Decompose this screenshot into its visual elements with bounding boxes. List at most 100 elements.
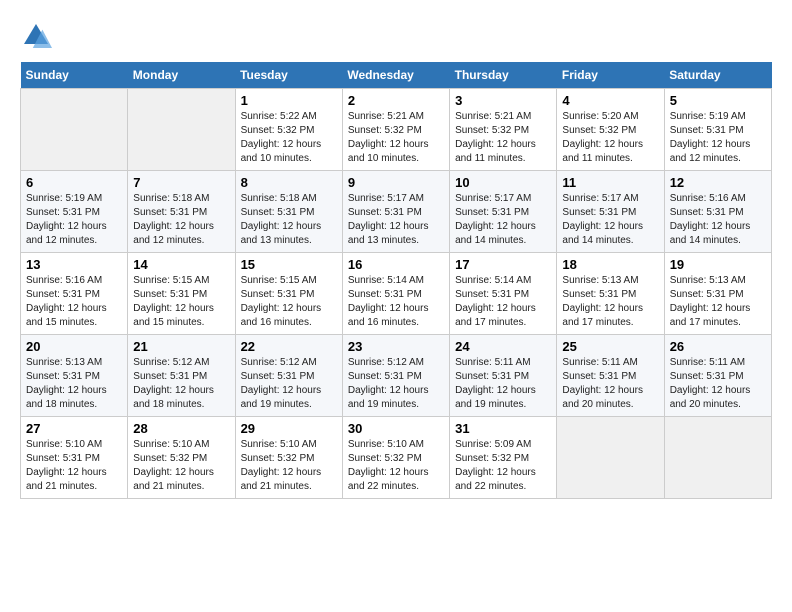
day-number: 24 (455, 339, 551, 354)
cell-content: Sunrise: 5:13 AMSunset: 5:31 PMDaylight:… (670, 274, 766, 330)
cell-content: Sunrise: 5:15 AMSunset: 5:31 PMDaylight:… (133, 274, 229, 330)
calendar-week-5: 27 Sunrise: 5:10 AMSunset: 5:31 PMDayligh… (21, 417, 772, 499)
page-header (20, 20, 772, 52)
day-number: 9 (348, 175, 444, 190)
day-number: 13 (26, 257, 122, 272)
cell-content: Sunrise: 5:15 AMSunset: 5:31 PMDaylight:… (241, 274, 337, 330)
calendar-cell: 7 Sunrise: 5:18 AMSunset: 5:31 PMDaylight… (128, 171, 235, 253)
day-number: 31 (455, 421, 551, 436)
cell-content: Sunrise: 5:17 AMSunset: 5:31 PMDaylight:… (562, 192, 658, 248)
day-number: 18 (562, 257, 658, 272)
cell-content: Sunrise: 5:14 AMSunset: 5:31 PMDaylight:… (455, 274, 551, 330)
calendar-cell: 2 Sunrise: 5:21 AMSunset: 5:32 PMDaylight… (342, 89, 449, 171)
calendar-cell: 3Sunrise: 5:21 AMSunset: 5:32 PMDaylight… (450, 89, 557, 171)
calendar-cell (557, 417, 664, 499)
day-number: 10 (455, 175, 551, 190)
calendar-cell: 6 Sunrise: 5:19 AMSunset: 5:31 PMDaylight… (21, 171, 128, 253)
day-number: 12 (670, 175, 766, 190)
calendar-cell: 27 Sunrise: 5:10 AMSunset: 5:31 PMDayligh… (21, 417, 128, 499)
cell-content: Sunrise: 5:10 AMSunset: 5:32 PMDaylight:… (241, 438, 337, 494)
calendar-cell: 20Sunrise: 5:13 AMSunset: 5:31 PMDayligh… (21, 335, 128, 417)
cell-content: Sunrise: 5:12 AMSunset: 5:31 PMDaylight:… (348, 356, 444, 412)
calendar-cell: 25Sunrise: 5:11 AMSunset: 5:31 PMDayligh… (557, 335, 664, 417)
calendar-cell: 23 Sunrise: 5:12 AMSunset: 5:31 PMDayligh… (342, 335, 449, 417)
day-number: 27 (26, 421, 122, 436)
cell-content: Sunrise: 5:13 AMSunset: 5:31 PMDaylight:… (562, 274, 658, 330)
day-number: 22 (241, 339, 337, 354)
calendar-week-2: 6 Sunrise: 5:19 AMSunset: 5:31 PMDaylight… (21, 171, 772, 253)
day-number: 4 (562, 93, 658, 108)
cell-content: Sunrise: 5:16 AMSunset: 5:31 PMDaylight:… (26, 274, 122, 330)
day-header-monday: Monday (128, 62, 235, 89)
calendar-cell: 31 Sunrise: 5:09 AMSunset: 5:32 PMDayligh… (450, 417, 557, 499)
cell-content: Sunrise: 5:22 AMSunset: 5:32 PMDaylight:… (241, 110, 337, 166)
calendar-cell: 11 Sunrise: 5:17 AMSunset: 5:31 PMDayligh… (557, 171, 664, 253)
cell-content: Sunrise: 5:18 AMSunset: 5:31 PMDaylight:… (241, 192, 337, 248)
day-number: 5 (670, 93, 766, 108)
calendar-cell: 12 Sunrise: 5:16 AMSunset: 5:31 PMDayligh… (664, 171, 771, 253)
calendar-cell: 8 Sunrise: 5:18 AMSunset: 5:31 PMDaylight… (235, 171, 342, 253)
calendar-cell: 1 Sunrise: 5:22 AMSunset: 5:32 PMDaylight… (235, 89, 342, 171)
day-header-wednesday: Wednesday (342, 62, 449, 89)
cell-content: Sunrise: 5:18 AMSunset: 5:31 PMDaylight:… (133, 192, 229, 248)
calendar-week-3: 13 Sunrise: 5:16 AMSunset: 5:31 PMDayligh… (21, 253, 772, 335)
logo-icon (20, 20, 52, 52)
day-number: 23 (348, 339, 444, 354)
cell-content: Sunrise: 5:21 AMSunset: 5:32 PMDaylight:… (455, 110, 551, 166)
cell-content: Sunrise: 5:19 AMSunset: 5:31 PMDaylight:… (670, 110, 766, 166)
calendar-cell: 13 Sunrise: 5:16 AMSunset: 5:31 PMDayligh… (21, 253, 128, 335)
cell-content: Sunrise: 5:11 AMSunset: 5:31 PMDaylight:… (670, 356, 766, 412)
calendar-cell: 22 Sunrise: 5:12 AMSunset: 5:31 PMDayligh… (235, 335, 342, 417)
cell-content: Sunrise: 5:21 AMSunset: 5:32 PMDaylight:… (348, 110, 444, 166)
day-header-friday: Friday (557, 62, 664, 89)
calendar-cell (664, 417, 771, 499)
day-header-tuesday: Tuesday (235, 62, 342, 89)
day-number: 19 (670, 257, 766, 272)
cell-content: Sunrise: 5:12 AMSunset: 5:31 PMDaylight:… (133, 356, 229, 412)
day-number: 25 (562, 339, 658, 354)
cell-content: Sunrise: 5:19 AMSunset: 5:31 PMDaylight:… (26, 192, 122, 248)
day-number: 17 (455, 257, 551, 272)
cell-content: Sunrise: 5:12 AMSunset: 5:31 PMDaylight:… (241, 356, 337, 412)
day-number: 2 (348, 93, 444, 108)
day-number: 20 (26, 339, 122, 354)
calendar-cell: 15 Sunrise: 5:15 AMSunset: 5:31 PMDayligh… (235, 253, 342, 335)
cell-content: Sunrise: 5:10 AMSunset: 5:32 PMDaylight:… (348, 438, 444, 494)
calendar-cell: 24Sunrise: 5:11 AMSunset: 5:31 PMDayligh… (450, 335, 557, 417)
day-number: 8 (241, 175, 337, 190)
calendar-table: SundayMondayTuesdayWednesdayThursdayFrid… (20, 62, 772, 499)
logo (20, 20, 56, 52)
cell-content: Sunrise: 5:16 AMSunset: 5:31 PMDaylight:… (670, 192, 766, 248)
calendar-cell: 19 Sunrise: 5:13 AMSunset: 5:31 PMDayligh… (664, 253, 771, 335)
calendar-cell: 26 Sunrise: 5:11 AMSunset: 5:31 PMDayligh… (664, 335, 771, 417)
day-number: 16 (348, 257, 444, 272)
day-header-saturday: Saturday (664, 62, 771, 89)
calendar-week-1: 1 Sunrise: 5:22 AMSunset: 5:32 PMDaylight… (21, 89, 772, 171)
calendar-cell: 4Sunrise: 5:20 AMSunset: 5:32 PMDaylight… (557, 89, 664, 171)
cell-content: Sunrise: 5:17 AMSunset: 5:31 PMDaylight:… (348, 192, 444, 248)
cell-content: Sunrise: 5:09 AMSunset: 5:32 PMDaylight:… (455, 438, 551, 494)
day-number: 7 (133, 175, 229, 190)
calendar-body: 1 Sunrise: 5:22 AMSunset: 5:32 PMDaylight… (21, 89, 772, 499)
calendar-cell: 5 Sunrise: 5:19 AMSunset: 5:31 PMDaylight… (664, 89, 771, 171)
calendar-cell: 30 Sunrise: 5:10 AMSunset: 5:32 PMDayligh… (342, 417, 449, 499)
day-number: 1 (241, 93, 337, 108)
day-number: 11 (562, 175, 658, 190)
calendar-cell: 21 Sunrise: 5:12 AMSunset: 5:31 PMDayligh… (128, 335, 235, 417)
cell-content: Sunrise: 5:17 AMSunset: 5:31 PMDaylight:… (455, 192, 551, 248)
calendar-cell (21, 89, 128, 171)
calendar-cell: 29Sunrise: 5:10 AMSunset: 5:32 PMDayligh… (235, 417, 342, 499)
calendar-cell: 16 Sunrise: 5:14 AMSunset: 5:31 PMDayligh… (342, 253, 449, 335)
day-number: 6 (26, 175, 122, 190)
day-number: 15 (241, 257, 337, 272)
calendar-cell: 18 Sunrise: 5:13 AMSunset: 5:31 PMDayligh… (557, 253, 664, 335)
day-number: 14 (133, 257, 229, 272)
cell-content: Sunrise: 5:14 AMSunset: 5:31 PMDaylight:… (348, 274, 444, 330)
cell-content: Sunrise: 5:10 AMSunset: 5:31 PMDaylight:… (26, 438, 122, 494)
day-number: 21 (133, 339, 229, 354)
day-number: 26 (670, 339, 766, 354)
day-number: 28 (133, 421, 229, 436)
day-header-sunday: Sunday (21, 62, 128, 89)
day-number: 30 (348, 421, 444, 436)
calendar-cell: 14 Sunrise: 5:15 AMSunset: 5:31 PMDayligh… (128, 253, 235, 335)
